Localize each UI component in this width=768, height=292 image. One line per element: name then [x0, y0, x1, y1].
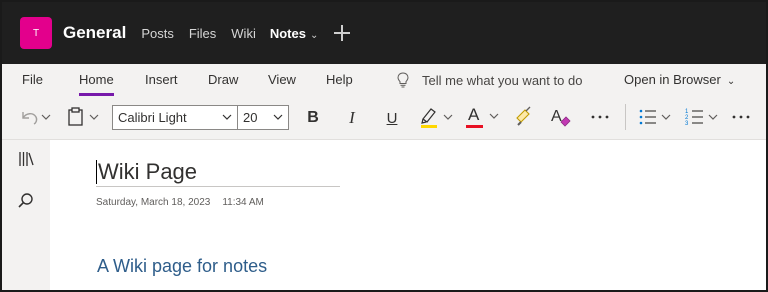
svg-text:3: 3 — [685, 121, 689, 127]
search-icon[interactable] — [17, 192, 35, 210]
ribbon-tab-help[interactable]: Help — [326, 72, 353, 87]
underline-button[interactable]: U — [381, 107, 403, 129]
tab-notes-label: Notes — [269, 25, 306, 41]
font-size-value: 20 — [243, 110, 258, 125]
page-date: Saturday, March 18, 2023 — [96, 197, 211, 208]
tab-files[interactable]: Files — [189, 26, 216, 41]
page-title: Wiki Page — [98, 159, 198, 184]
team-avatar[interactable]: T — [20, 17, 52, 49]
tab-notes[interactable]: Notes ⌄ — [270, 26, 319, 41]
more-icon[interactable] — [588, 108, 612, 126]
plus-icon[interactable] — [334, 25, 351, 41]
text-cursor — [96, 160, 97, 184]
bullets-icon[interactable] — [636, 105, 676, 129]
home-toolbar: Calibri Light 20 B I U A A 1 2 3 — [2, 98, 766, 136]
page-title-field[interactable]: Wiki Page — [96, 157, 340, 187]
font-color-swatch — [466, 125, 483, 128]
italic-button[interactable]: I — [341, 107, 363, 129]
ribbon-tab-insert[interactable]: Insert — [145, 72, 178, 87]
font-name-value: Calibri Light — [118, 110, 187, 125]
ribbon: File Home Insert Draw View Help Tell me … — [2, 64, 766, 140]
ribbon-tab-view[interactable]: View — [268, 72, 296, 87]
notebooks-icon[interactable] — [17, 150, 35, 168]
chevron-down-icon — [273, 114, 283, 120]
teams-header: T General Posts Files Wiki Notes ⌄ — [2, 2, 766, 64]
clipboard-icon[interactable] — [66, 106, 102, 128]
chevron-down-icon: ⌄ — [726, 76, 736, 87]
format-painter-icon[interactable] — [513, 106, 535, 128]
page-timestamp: Saturday, March 18, 2023 11:34 AM — [96, 197, 264, 208]
chevron-down-icon — [222, 114, 232, 120]
svg-text:A: A — [551, 108, 562, 125]
left-rail — [2, 140, 50, 290]
channel-name: General — [63, 23, 127, 42]
team-initial: T — [32, 27, 40, 39]
ribbon-tab-file[interactable]: File — [22, 72, 43, 87]
clear-formatting-icon[interactable]: A — [548, 105, 572, 129]
ribbon-tab-draw[interactable]: Draw — [208, 72, 238, 87]
bold-button[interactable]: B — [302, 107, 324, 129]
font-color-icon: A — [468, 105, 480, 124]
ribbon-tab-home[interactable]: Home — [79, 72, 114, 96]
app-window: T General Posts Files Wiki Notes ⌄ File H… — [0, 0, 768, 292]
ribbon-tabs: File Home Insert Draw View Help Tell me … — [2, 64, 766, 96]
more-icon[interactable] — [729, 108, 753, 126]
tab-wiki[interactable]: Wiki — [231, 26, 256, 41]
undo-icon[interactable] — [18, 107, 52, 127]
tell-me-box[interactable]: Tell me what you want to do — [396, 72, 582, 88]
font-color-button[interactable]: A — [464, 104, 504, 130]
page-heading[interactable]: A Wiki page for notes — [97, 256, 267, 277]
chevron-down-icon — [489, 113, 499, 119]
open-in-browser-button[interactable]: Open in Browser ⌄ — [624, 72, 735, 87]
font-name-dropdown[interactable]: Calibri Light — [112, 105, 238, 130]
font-size-dropdown[interactable]: 20 — [237, 105, 289, 130]
numbering-icon[interactable]: 1 2 3 — [684, 105, 724, 129]
lightbulb-icon — [397, 72, 409, 88]
open-in-browser-label: Open in Browser — [624, 72, 721, 87]
page-time: 11:34 AM — [222, 197, 264, 208]
tell-me-text: Tell me what you want to do — [422, 72, 583, 88]
highlighter-icon[interactable] — [418, 105, 458, 131]
chevron-down-icon: ⌄ — [309, 29, 319, 41]
toolbar-separator — [625, 104, 626, 130]
tab-posts[interactable]: Posts — [141, 26, 174, 41]
